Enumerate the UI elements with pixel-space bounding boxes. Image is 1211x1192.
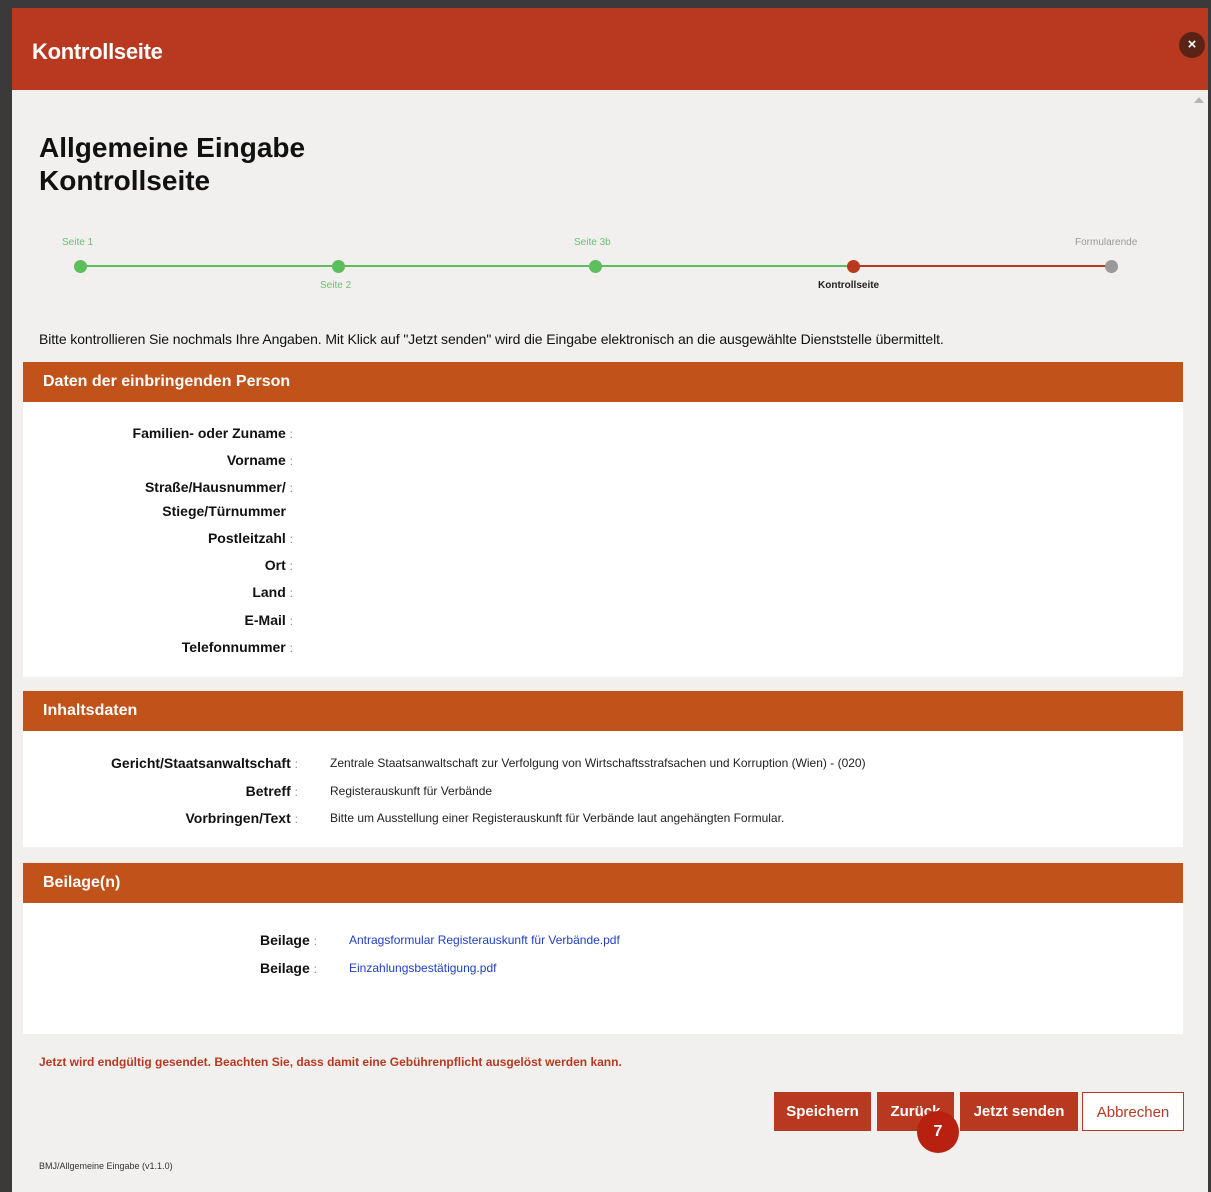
step-number-badge: 7 [917,1111,959,1153]
attachment-link[interactable]: Antragsformular Registerauskunft für Ver… [349,933,620,947]
step-dot-4 [847,260,860,273]
scroll-up-arrow-icon[interactable] [1194,97,1204,103]
progress-stepper: Seite 1 Seite 2 Seite 3b Kontrollseite F… [12,236,1208,296]
step-label-2: Seite 2 [320,280,352,291]
field-value-text: Bitte um Ausstellung einer Registerausku… [330,811,785,825]
page-title: Allgemeine Eingabe Kontrollseite [39,131,305,197]
field-label-court: Gericht/Staatsanwaltschaft : [111,755,298,771]
field-value-subject: Registerauskunft für Verbände [330,784,493,798]
version-label: BMJ/Allgemeine Eingabe (v1.1.0) [39,1161,173,1171]
field-label-street: Straße/Hausnummer/ : [144,479,293,495]
field-label-street2: Stiege/Türnummer [162,503,286,519]
cancel-button[interactable]: Abbrechen [1082,1092,1184,1131]
step-label-3: Seite 3b [574,237,611,248]
step-dot-2 [332,260,345,273]
dialog-title: Kontrollseite [32,39,163,64]
step-label-4: Kontrollseite [818,280,880,291]
attachments-section-title: Beilage(n) [23,863,1183,903]
field-label-surname: Familien- oder Zuname : [132,425,293,441]
field-label-phone: Telefonnummer : [181,639,293,655]
field-label-city: Ort : [264,557,293,573]
step-label-1: Seite 1 [62,237,94,248]
field-label-firstname: Vorname : [226,452,293,468]
field-label-zip: Postleitzahl : [207,530,293,546]
person-section-title: Daten der einbringenden Person [23,362,1183,402]
dialog-header: Kontrollseite × [12,8,1208,90]
page-title-line2: Kontrollseite [39,165,211,196]
fee-warning-text: Jetzt wird endgültig gesendet. Beachten … [39,1055,622,1069]
person-section: Daten der einbringenden Person Familien-… [23,362,1183,677]
attachment-link[interactable]: Einzahlungsbestätigung.pdf [349,961,496,975]
content-section: Inhaltsdaten Gericht/Staatsanwaltschaft … [23,691,1183,847]
attachment-label: Beilage : [259,960,317,976]
stepper-line-pending [848,265,1112,267]
attachments-section: Beilage(n) Beilage : Antragsformular Reg… [23,863,1183,1034]
step-dot-1 [74,260,87,273]
stepper-line-done [80,265,848,267]
step-label-5: Formularende [1075,237,1138,248]
intro-text: Bitte kontrollieren Sie nochmals Ihre An… [39,331,944,347]
page-title-line1: Allgemeine Eingabe [39,132,306,163]
field-label-text: Vorbringen/Text : [185,810,298,826]
step-dot-3 [589,260,602,273]
send-button[interactable]: Jetzt senden [960,1092,1078,1131]
field-label-email: E-Mail : [244,612,293,628]
field-label-country: Land : [252,584,293,600]
step-dot-5 [1105,260,1118,273]
dialog: Kontrollseite × Allgemeine Eingabe Kontr… [12,8,1208,1192]
close-button[interactable]: × [1179,32,1205,58]
save-button[interactable]: Speichern [774,1092,871,1131]
field-value-court: Zentrale Staatsanwaltschaft zur Verfolgu… [330,756,866,770]
field-label-subject: Betreff : [245,783,298,799]
content-section-title: Inhaltsdaten [23,691,1183,731]
attachment-label: Beilage : [259,932,317,948]
